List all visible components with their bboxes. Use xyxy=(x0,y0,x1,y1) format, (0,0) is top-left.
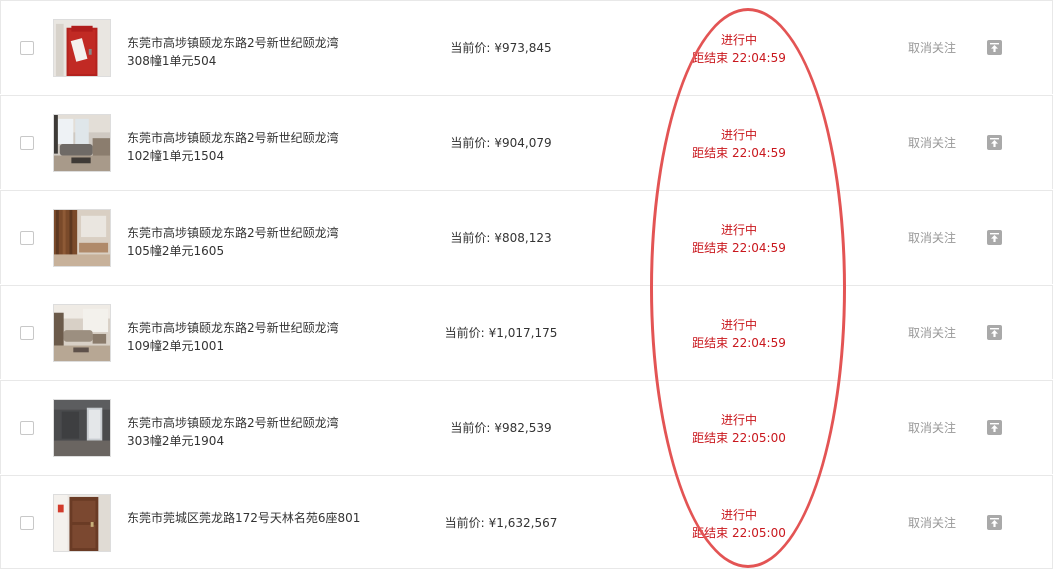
auction-status: 进行中 距结束 22:04:59 xyxy=(669,31,809,67)
countdown-text: 距结束 22:04:59 xyxy=(692,336,786,350)
price-value: ¥982,539 xyxy=(494,421,552,435)
countdown-text: 距结束 22:05:00 xyxy=(692,431,786,445)
property-title[interactable]: 东莞市高埗镇颐龙东路2号新世纪颐龙湾 102幢1单元1504 xyxy=(127,129,367,165)
current-price: 当前价: ¥982,539 xyxy=(401,419,601,437)
current-price: 当前价: ¥1,017,175 xyxy=(401,324,601,342)
property-thumbnail[interactable] xyxy=(53,19,111,77)
unfollow-button[interactable]: 取消关注 xyxy=(901,134,963,152)
status-text: 进行中 xyxy=(720,508,757,522)
price-value: ¥1,632,567 xyxy=(488,516,558,530)
auction-status: 进行中 距结束 22:04:59 xyxy=(669,221,809,257)
price-value: ¥808,123 xyxy=(494,231,552,245)
list-item: 东莞市高埗镇颐龙东路2号新世纪颐龙湾 105幢2单元1605 当前价: ¥808,… xyxy=(0,190,1053,284)
property-title[interactable]: 东莞市莞城区莞龙路172号天林名苑6座801 xyxy=(127,509,367,527)
pin-top-icon[interactable] xyxy=(987,230,1002,245)
property-thumbnail[interactable] xyxy=(53,304,111,362)
property-title[interactable]: 东莞市高埗镇颐龙东路2号新世纪颐龙湾 105幢2单元1605 xyxy=(127,224,367,260)
status-text: 进行中 xyxy=(720,128,757,142)
pin-top-icon[interactable] xyxy=(987,420,1002,435)
price-label: 当前价: xyxy=(450,231,491,245)
price-value: ¥1,017,175 xyxy=(488,326,558,340)
current-price: 当前价: ¥904,079 xyxy=(401,134,601,152)
countdown-text: 距结束 22:04:59 xyxy=(692,241,786,255)
row-checkbox[interactable] xyxy=(20,326,34,340)
unfollow-button[interactable]: 取消关注 xyxy=(901,419,963,437)
price-label: 当前价: xyxy=(450,421,491,435)
pin-top-icon[interactable] xyxy=(987,40,1002,55)
status-text: 进行中 xyxy=(720,413,757,427)
property-thumbnail[interactable] xyxy=(53,209,111,267)
sofa-room-photo xyxy=(54,305,110,361)
row-checkbox[interactable] xyxy=(20,41,34,55)
property-thumbnail[interactable] xyxy=(53,494,111,552)
countdown-text: 距结束 22:05:00 xyxy=(692,526,786,540)
status-text: 进行中 xyxy=(720,318,757,332)
auction-status: 进行中 距结束 22:05:00 xyxy=(669,506,809,542)
row-checkbox[interactable] xyxy=(20,231,34,245)
price-label: 当前价: xyxy=(450,41,491,55)
auction-status: 进行中 距结束 22:04:59 xyxy=(669,126,809,162)
price-label: 当前价: xyxy=(450,136,491,150)
unfollow-button[interactable]: 取消关注 xyxy=(901,514,963,532)
current-price: 当前价: ¥973,845 xyxy=(401,39,601,57)
property-title[interactable]: 东莞市高埗镇颐龙东路2号新世纪颐龙湾 109幢2单元1001 xyxy=(127,319,367,355)
empty-room-photo xyxy=(54,400,110,456)
auction-status: 进行中 距结束 22:04:59 xyxy=(669,316,809,352)
row-checkbox[interactable] xyxy=(20,516,34,530)
current-price: 当前价: ¥808,123 xyxy=(401,229,601,247)
list-item: 东莞市高埗镇颐龙东路2号新世纪颐龙湾 308幢1单元504 当前价: ¥973,8… xyxy=(0,0,1053,94)
pin-top-icon[interactable] xyxy=(987,135,1002,150)
property-thumbnail[interactable] xyxy=(53,399,111,457)
living-room-photo xyxy=(54,115,110,171)
status-text: 进行中 xyxy=(720,33,757,47)
status-text: 进行中 xyxy=(720,223,757,237)
pin-top-icon[interactable] xyxy=(987,325,1002,340)
list-item: 东莞市高埗镇颐龙东路2号新世纪颐龙湾 109幢2单元1001 当前价: ¥1,01… xyxy=(0,285,1053,379)
list-item: 东莞市高埗镇颐龙东路2号新世纪颐龙湾 303幢2单元1904 当前价: ¥982,… xyxy=(0,380,1053,474)
current-price: 当前价: ¥1,632,567 xyxy=(401,514,601,532)
list-item: 东莞市高埗镇颐龙东路2号新世纪颐龙湾 102幢1单元1504 当前价: ¥904,… xyxy=(0,95,1053,189)
row-checkbox[interactable] xyxy=(20,136,34,150)
brown-door-photo xyxy=(54,495,110,551)
auction-status: 进行中 距结束 22:05:00 xyxy=(669,411,809,447)
row-checkbox[interactable] xyxy=(20,421,34,435)
price-label: 当前价: xyxy=(444,326,485,340)
unfollow-button[interactable]: 取消关注 xyxy=(901,324,963,342)
countdown-text: 距结束 22:04:59 xyxy=(692,51,786,65)
property-thumbnail[interactable] xyxy=(53,114,111,172)
countdown-text: 距结束 22:04:59 xyxy=(692,146,786,160)
unfollow-button[interactable]: 取消关注 xyxy=(901,229,963,247)
price-value: ¥904,079 xyxy=(494,136,552,150)
pin-top-icon[interactable] xyxy=(987,515,1002,530)
list-item: 东莞市莞城区莞龙路172号天林名苑6座801 当前价: ¥1,632,567 进行… xyxy=(0,475,1053,569)
property-title[interactable]: 东莞市高埗镇颐龙东路2号新世纪颐龙湾 303幢2单元1904 xyxy=(127,414,367,450)
property-title[interactable]: 东莞市高埗镇颐龙东路2号新世纪颐龙湾 308幢1单元504 xyxy=(127,34,367,70)
price-value: ¥973,845 xyxy=(494,41,552,55)
price-label: 当前价: xyxy=(444,516,485,530)
wood-wall-photo xyxy=(54,210,110,266)
unfollow-button[interactable]: 取消关注 xyxy=(901,39,963,57)
followed-auction-list: 东莞市高埗镇颐龙东路2号新世纪颐龙湾 308幢1单元504 当前价: ¥973,8… xyxy=(0,0,1053,569)
door-sign-photo xyxy=(54,20,110,76)
